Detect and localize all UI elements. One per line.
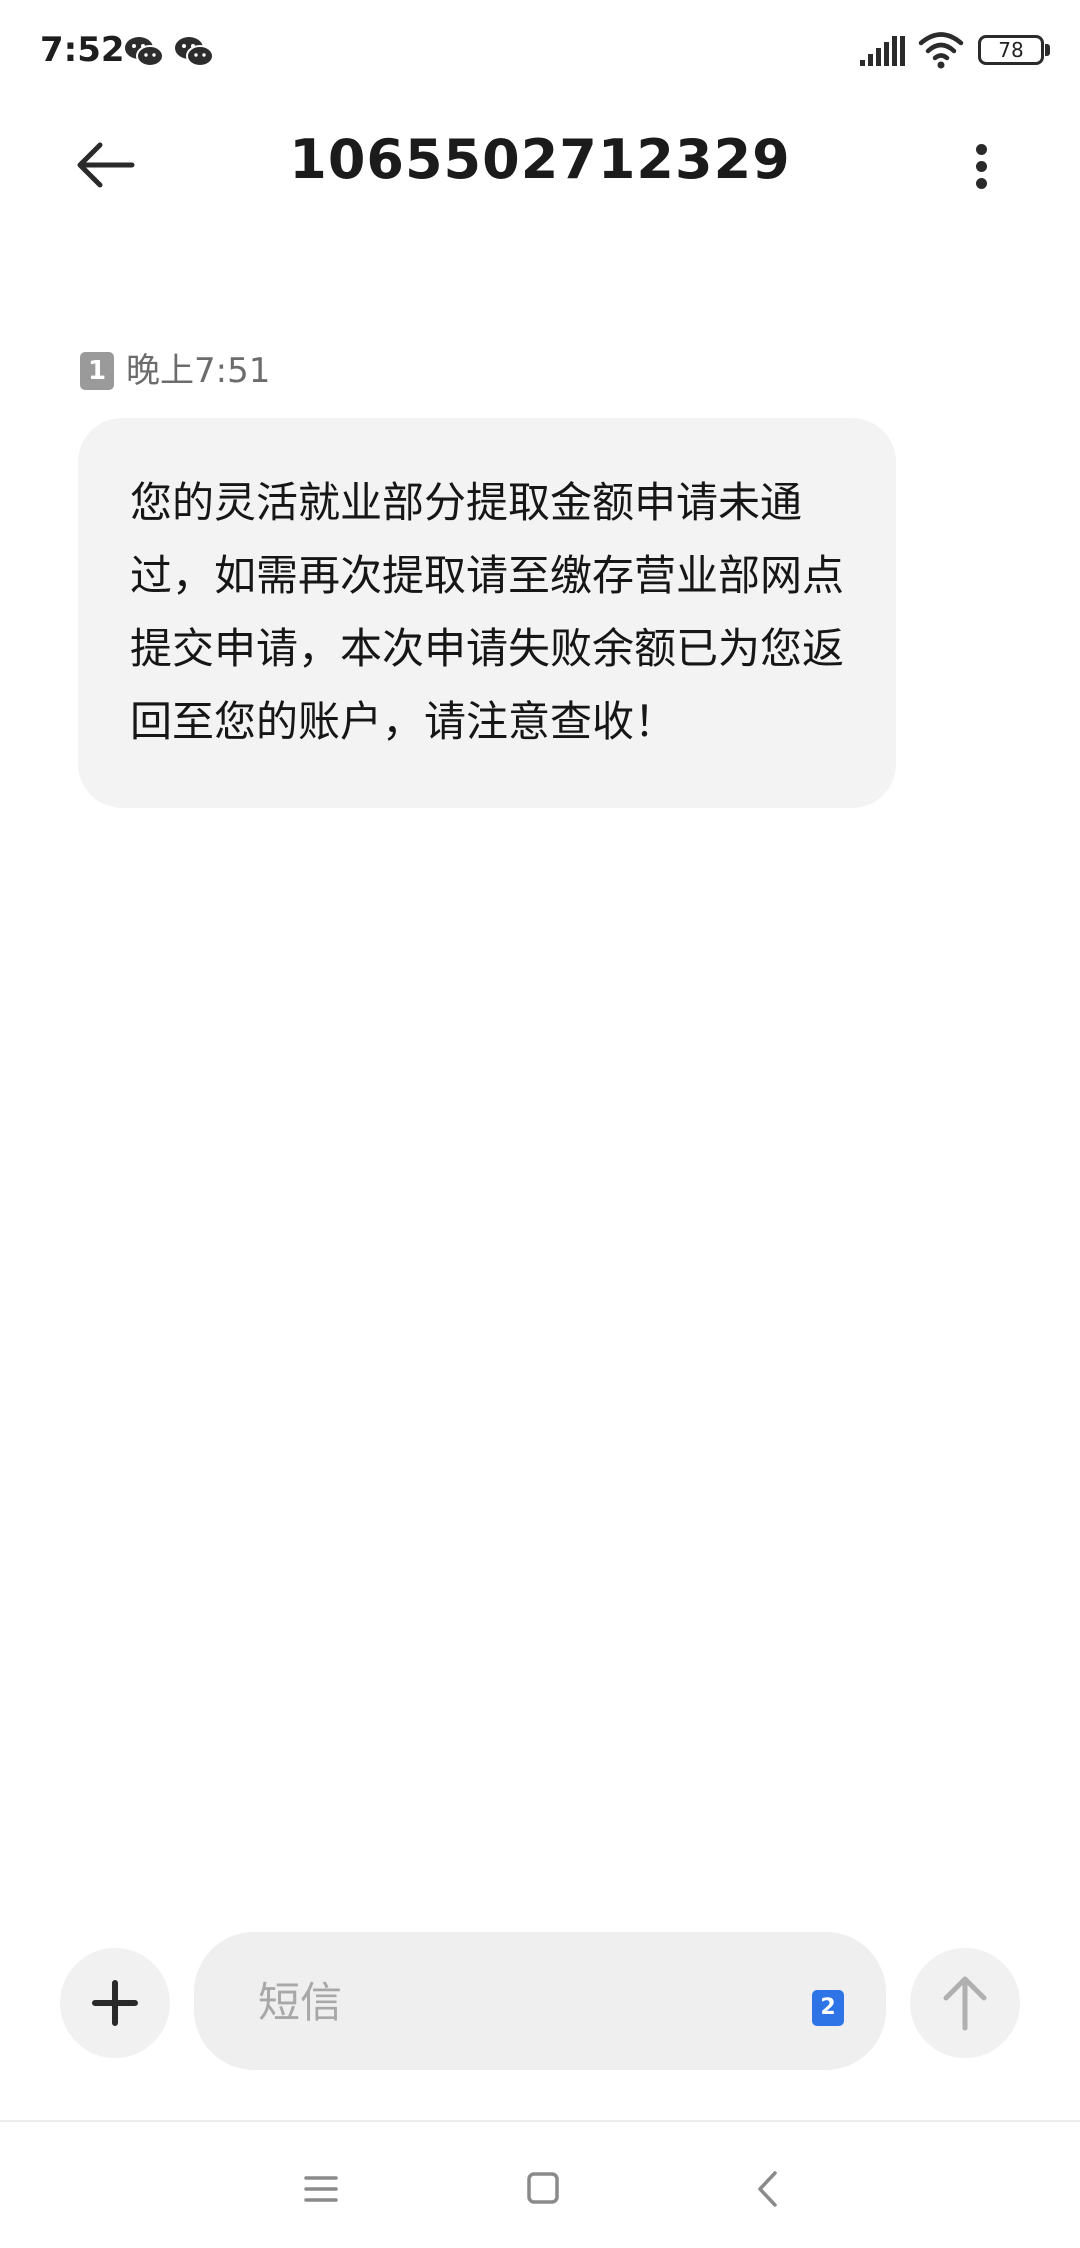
message-input[interactable] (256, 1966, 760, 2038)
cellular-signal-icon (860, 36, 905, 66)
menu-icon (304, 2176, 338, 2202)
wifi-icon (918, 32, 964, 69)
home-nav-button[interactable] (508, 2154, 578, 2224)
menu-nav-button[interactable] (286, 2154, 356, 2224)
back-button[interactable] (70, 125, 150, 205)
wechat-icon (175, 37, 214, 67)
send-button[interactable] (910, 1948, 1020, 2058)
arrow-up-icon (943, 1976, 987, 2031)
message-compose-field[interactable] (194, 1932, 886, 2070)
nav-divider (0, 2120, 1080, 2122)
square-icon (527, 2172, 559, 2204)
battery-tip (1045, 44, 1050, 56)
more-options-button[interactable] (960, 130, 1004, 200)
back-nav-button[interactable] (735, 2154, 805, 2224)
dot-icon (976, 144, 987, 155)
wechat-icon (125, 37, 164, 67)
chevron-left-icon (758, 2171, 777, 2207)
arrow-left-icon (77, 142, 135, 188)
message-timestamp: 晚上7:51 (126, 351, 271, 391)
add-attachment-button[interactable] (60, 1948, 170, 2058)
message-bubble[interactable]: 您的灵活就业部分提取金额申请未通过，如需再次提取请至缴存营业部网点提交申请，本次… (78, 418, 896, 808)
dot-icon (976, 178, 987, 189)
plus-icon (92, 1980, 138, 2026)
dot-icon (976, 161, 987, 172)
sim-select-badge[interactable]: 2 (812, 1990, 844, 2026)
status-time: 7:52 (40, 30, 125, 70)
sim-card-badge: 1 (80, 352, 114, 390)
message-text: 您的灵活就业部分提取金额申请未通过，如需再次提取请至缴存营业部网点提交申请，本次… (130, 478, 845, 746)
conversation-title: 1065502712329 (289, 128, 791, 191)
battery-icon: 78 (978, 35, 1044, 65)
